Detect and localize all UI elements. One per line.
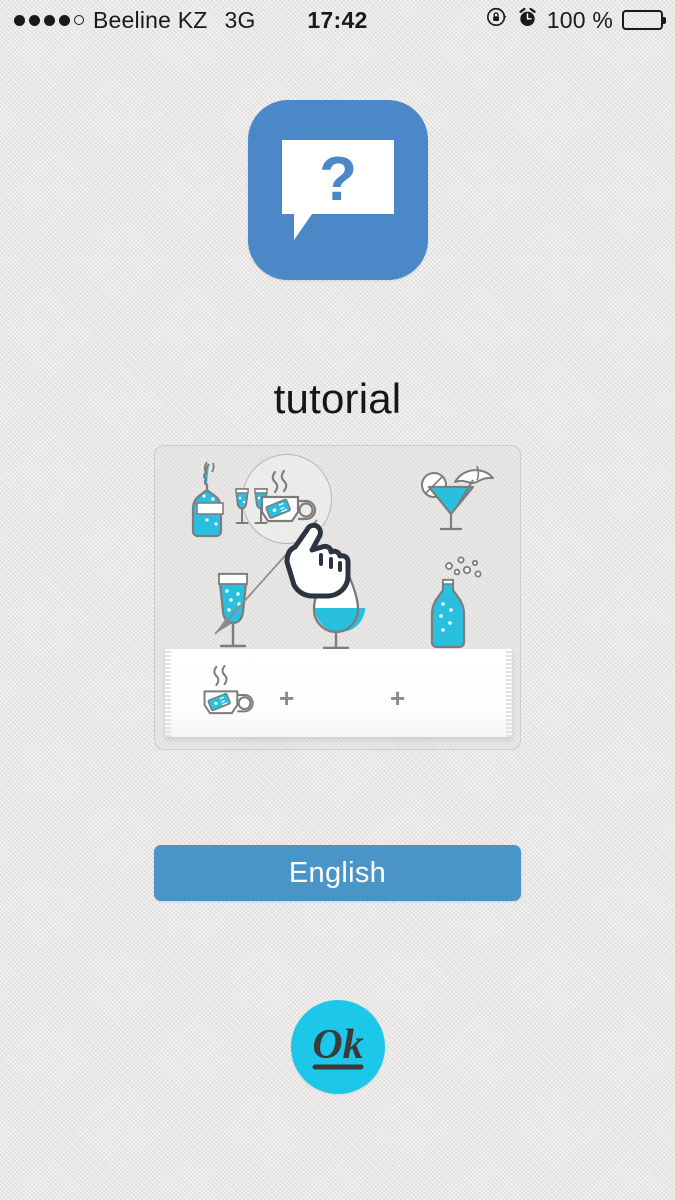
tutorial-icon-grid: + +: [155, 446, 520, 749]
tray-tea-cup-icon[interactable]: [193, 665, 267, 725]
ok-logo[interactable]: Ok: [290, 1000, 385, 1094]
tutorial-illustration-card: + +: [154, 445, 521, 750]
tray-zigzag-edge-right: [506, 649, 512, 737]
battery-full-icon: [622, 10, 666, 30]
tray-zigzag-edge-left: [165, 649, 171, 737]
status-bar: Beeline KZ 3G 17:42 100 %: [0, 0, 675, 40]
battery-percent-label: 100 %: [546, 6, 613, 33]
tray-empty-slot-1[interactable]: +: [279, 685, 294, 711]
page-title: tutorial: [273, 375, 402, 422]
app-icon-container: ?: [0, 100, 675, 280]
question-mark-glyph: ?: [319, 145, 357, 214]
cocktail-umbrella-icon[interactable]: [417, 460, 501, 545]
pointing-hand-cursor-icon: [284, 522, 351, 599]
status-bar-right: 100 %: [486, 6, 666, 34]
question-speech-bubble-icon: ?: [247, 100, 428, 280]
favorites-tray[interactable]: + +: [165, 649, 512, 737]
language-button[interactable]: English: [154, 845, 521, 901]
soda-bottle-icon[interactable]: [421, 554, 495, 659]
alarm-clock-icon: [517, 7, 538, 34]
branding-container: Ok: [0, 1000, 675, 1094]
rotation-lock-icon: [486, 6, 508, 34]
ok-logo-text: Ok: [312, 1022, 363, 1068]
tray-empty-slot-2[interactable]: +: [390, 685, 405, 711]
